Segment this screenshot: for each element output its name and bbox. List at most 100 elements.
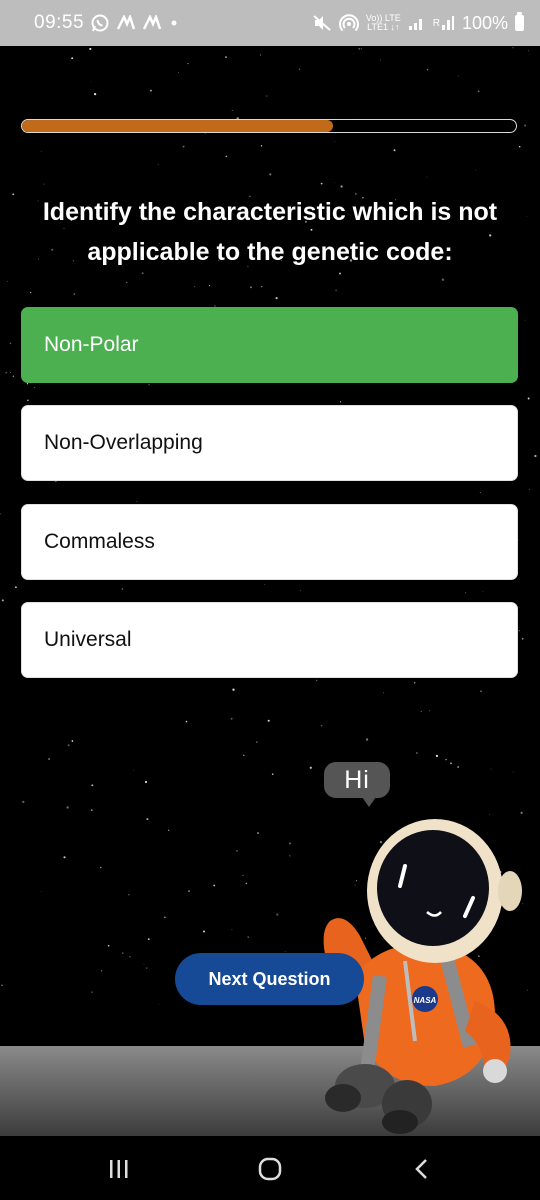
star: [482, 591, 484, 593]
question-text: Identify the characteristic which is not…: [42, 198, 498, 266]
star: [26, 383, 29, 385]
star: [121, 588, 124, 590]
star: [146, 818, 149, 821]
battery-percent: 100%: [461, 12, 508, 33]
star: [126, 281, 128, 284]
star: [479, 491, 482, 494]
star: [90, 809, 93, 811]
star: [267, 719, 270, 722]
star: [529, 489, 531, 490]
next-question-button[interactable]: Next Question: [175, 953, 364, 1005]
star: [232, 688, 235, 691]
option-non-overlapping[interactable]: Non-Overlapping: [21, 405, 518, 481]
star: [236, 850, 238, 852]
star: [22, 800, 25, 804]
option-label: Commaless: [44, 530, 155, 553]
star: [275, 297, 278, 300]
star: [132, 769, 134, 771]
star: [187, 63, 189, 65]
star: [5, 371, 8, 374]
star: [259, 54, 261, 56]
star: [340, 185, 343, 188]
star: [512, 47, 514, 49]
star: [256, 741, 258, 743]
home-icon[interactable]: [250, 1154, 290, 1184]
star: [269, 173, 272, 176]
star: [167, 829, 170, 832]
star: [164, 916, 166, 919]
star: [12, 375, 15, 378]
star: [524, 124, 527, 127]
back-icon[interactable]: [402, 1154, 442, 1184]
star: [534, 454, 537, 458]
star: [320, 182, 323, 185]
star: [41, 891, 43, 893]
star: [1, 599, 4, 602]
status-bar: 09:55 Vo)) LTE LTE1 ↓↑ R 100%: [0, 0, 540, 46]
star: [158, 1004, 160, 1005]
star: [144, 780, 148, 784]
star: [512, 771, 514, 773]
star: [107, 944, 110, 947]
star: [29, 291, 32, 294]
star: [393, 149, 396, 152]
star: [100, 866, 102, 869]
star: [157, 164, 159, 166]
star: [289, 855, 291, 857]
star: [413, 682, 416, 684]
star: [136, 500, 138, 502]
option-non-polar[interactable]: Non-Polar: [21, 307, 518, 383]
star: [231, 110, 233, 111]
star: [148, 384, 150, 386]
star: [242, 874, 244, 877]
star: [429, 710, 431, 712]
star: [230, 717, 233, 720]
star: [43, 183, 45, 185]
star: [141, 272, 144, 275]
star: [150, 89, 152, 92]
option-label: Non-Overlapping: [44, 431, 203, 454]
star: [243, 754, 245, 756]
star: [203, 930, 205, 933]
star: [527, 397, 530, 400]
star: [435, 754, 439, 758]
option-commaless[interactable]: Commaless: [21, 504, 518, 580]
star: [91, 784, 94, 787]
status-time: 09:55: [34, 12, 85, 33]
app-notification-icon: [116, 15, 136, 31]
star: [426, 176, 428, 178]
star: [63, 856, 66, 859]
star: [48, 758, 51, 760]
star: [334, 141, 335, 142]
wifi-hotspot-icon: [338, 13, 359, 33]
star: [276, 913, 279, 916]
star: [91, 991, 93, 993]
star: [450, 762, 452, 765]
star: [27, 399, 29, 402]
star: [475, 169, 477, 171]
star: [209, 285, 211, 287]
signal-icon: [408, 15, 426, 31]
star: [480, 690, 482, 692]
star: [490, 768, 492, 770]
quiz-screen: Identify the characteristic which is not…: [0, 46, 540, 1136]
star: [339, 401, 342, 403]
star: [298, 68, 301, 70]
star: [445, 758, 447, 761]
star: [231, 929, 233, 931]
whatsapp-icon: [90, 13, 110, 33]
star: [143, 963, 145, 965]
star: [334, 182, 335, 184]
star: [89, 47, 92, 50]
star: [1, 984, 3, 987]
recent-apps-icon[interactable]: [99, 1154, 139, 1184]
star: [66, 806, 69, 809]
star: [6, 281, 8, 282]
option-universal[interactable]: Universal: [21, 602, 518, 678]
star: [518, 630, 520, 632]
dot-icon: [168, 17, 180, 29]
option-label: Universal: [44, 628, 132, 651]
network-type-bottom: LTE1 ↓↑: [367, 22, 400, 32]
star: [465, 592, 467, 594]
star: [288, 842, 292, 845]
